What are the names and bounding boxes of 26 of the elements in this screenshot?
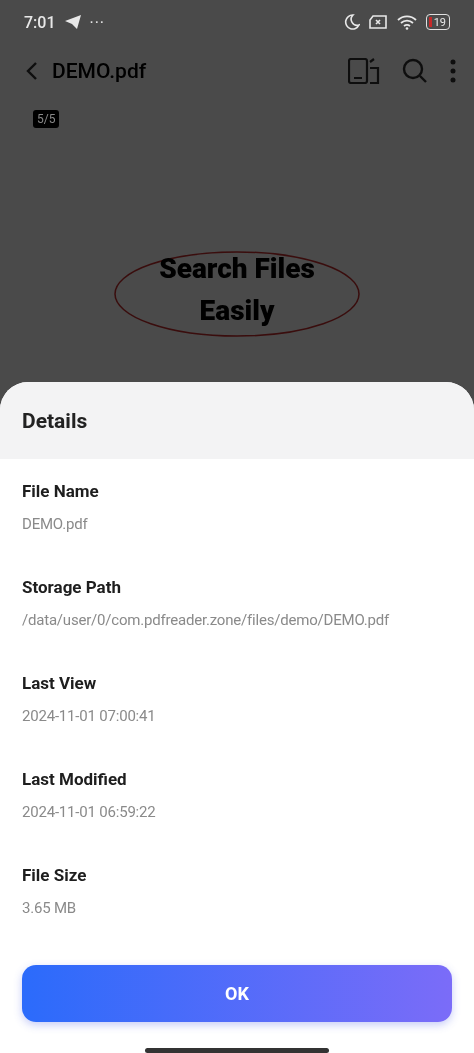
tablet-icon[interactable] — [348, 58, 380, 84]
field-label: Last View — [22, 673, 98, 694]
field-value: /data/user/0/com.pdfreader.zone/files/demo/DEMO.pdf — [22, 611, 391, 630]
field-label: File Size — [22, 865, 88, 886]
no-sim-icon — [367, 14, 388, 30]
ok-button[interactable]: OK — [22, 965, 452, 1023]
document-heading: Search Files — [159, 251, 315, 287]
moon-icon — [343, 14, 360, 30]
field-value: 2024-11-01 07:00:41 — [22, 707, 157, 726]
document-heading: Easily — [199, 293, 275, 329]
field-value: 2024-11-01 06:59:22 — [22, 803, 157, 822]
wifi-icon — [395, 14, 418, 30]
search-icon[interactable] — [402, 58, 428, 84]
document-title: DEMO.pdf — [52, 59, 147, 83]
field-value: 3.65 MB — [22, 899, 77, 918]
more-icon[interactable] — [450, 59, 456, 83]
battery-indicator: 19 — [425, 14, 450, 30]
field-label: Storage Path — [22, 577, 122, 598]
more-notifications: ··· — [89, 12, 106, 32]
status-time: 7:01 — [24, 12, 56, 32]
sheet-title: Details — [0, 382, 474, 460]
field-label: File Name — [22, 481, 100, 502]
back-icon[interactable] — [26, 61, 38, 81]
field-value: DEMO.pdf — [22, 515, 89, 534]
field-label: Last Modified — [22, 769, 128, 790]
page-indicator: 5/5 — [33, 110, 60, 128]
